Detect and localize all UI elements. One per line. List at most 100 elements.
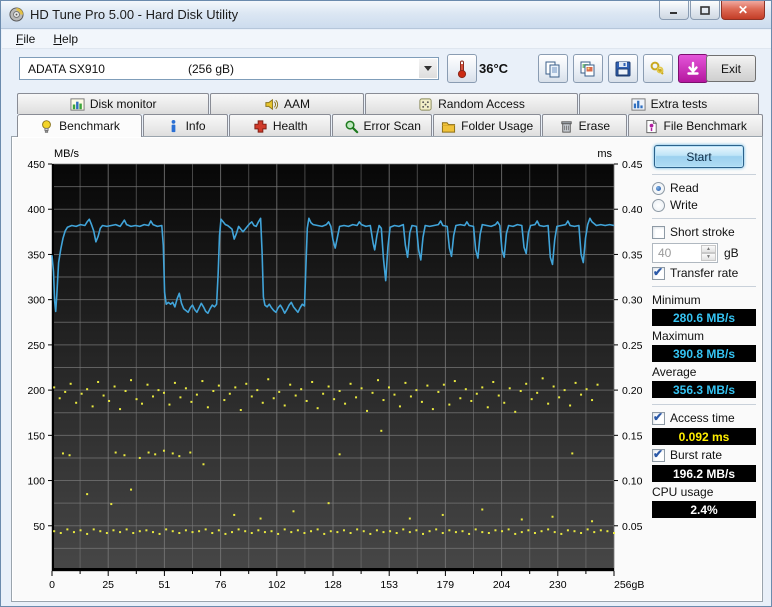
read-option[interactable]: Read: [652, 181, 756, 195]
tab-label: Error Scan: [363, 119, 421, 133]
tab-random-access[interactable]: Random Access: [364, 93, 579, 114]
svg-text:200: 200: [27, 385, 45, 397]
access-time-value: 0.092 ms: [652, 428, 756, 445]
tab-label: Random Access: [438, 97, 525, 111]
spin-down-icon[interactable]: ▼: [701, 253, 716, 261]
menu-file[interactable]: File: [8, 31, 43, 47]
minimum-value: 280.6 MB/s: [652, 309, 756, 326]
tab-extra-tests[interactable]: Extra tests: [579, 93, 759, 114]
exit-button[interactable]: Exit: [706, 55, 756, 82]
spinner-arrows[interactable]: ▲ ▼: [701, 245, 716, 261]
short-stroke-checkbox[interactable]: [652, 225, 665, 239]
short-stroke-option[interactable]: Short stroke: [652, 225, 756, 239]
close-button[interactable]: ✕: [721, 1, 765, 20]
svg-text:204: 204: [493, 579, 511, 591]
minimum-label: Minimum: [652, 293, 701, 307]
titlebar: HD Tune Pro 5.00 - Hard Disk Utility ✕: [1, 1, 771, 29]
minimize-button[interactable]: [659, 1, 689, 20]
write-option[interactable]: Write: [652, 198, 756, 212]
svg-text:250: 250: [27, 340, 45, 352]
svg-text:400: 400: [27, 204, 45, 216]
info-icon: [171, 119, 175, 132]
download-arrow-icon: [687, 61, 699, 75]
temperature-button[interactable]: [447, 54, 477, 83]
file-benchmark-icon: [645, 119, 657, 133]
benchmark-page: 450 0.45 400 0.40 350 0.35 300 0.30 250 0.25 200 0.…: [11, 136, 763, 602]
svg-text:150: 150: [27, 430, 45, 442]
svg-text:50: 50: [33, 521, 45, 533]
toolbar: ADATA SX910 (256 gB) 36°C Exit: [1, 49, 771, 91]
start-label: Start: [686, 149, 712, 164]
access-time-option[interactable]: Access time: [652, 410, 756, 425]
tab-label: Folder Usage: [461, 119, 534, 133]
trash-icon: [561, 120, 572, 133]
svg-text:ms: ms: [597, 148, 612, 160]
svg-text:102: 102: [268, 579, 286, 591]
drive-selector[interactable]: ADATA SX910 (256 gB): [19, 57, 439, 80]
dropdown-arrow[interactable]: [419, 59, 437, 78]
tab-row-secondary: Disk monitor AAM Random Access Extra tes…: [17, 93, 759, 114]
tab-aam[interactable]: AAM: [210, 93, 364, 114]
tab-file-benchmark[interactable]: File Benchmark: [627, 114, 763, 137]
tab-label: Info: [185, 119, 206, 133]
benchmark-bulb-icon: [42, 119, 52, 133]
read-label: Read: [670, 181, 699, 195]
tab-benchmark[interactable]: Benchmark: [17, 114, 143, 137]
tab-label: Extra tests: [650, 97, 708, 111]
short-stroke-label: Short stroke: [670, 225, 735, 239]
extra-tests-icon: [631, 97, 646, 111]
tab-folder-usage[interactable]: Folder Usage: [433, 114, 542, 137]
chevron-down-icon: [424, 66, 432, 71]
start-button[interactable]: Start: [654, 145, 744, 168]
tab-error-scan[interactable]: Error Scan: [332, 114, 433, 137]
separator: [652, 286, 756, 287]
tab-health[interactable]: Health: [229, 114, 332, 137]
read-radio[interactable]: [652, 181, 665, 195]
svg-text:153: 153: [380, 579, 398, 591]
svg-text:76: 76: [215, 579, 227, 591]
short-stroke-size-input[interactable]: 40 ▲ ▼: [652, 243, 718, 263]
disk-monitor-icon: [70, 97, 85, 111]
download-update-button[interactable]: [678, 54, 708, 83]
app-window: HD Tune Pro 5.00 - Hard Disk Utility ✕ F…: [0, 0, 772, 607]
svg-text:0.10: 0.10: [622, 476, 643, 488]
app-icon: [9, 7, 24, 22]
drive-name: ADATA SX910: [28, 61, 105, 76]
menu-help[interactable]: Help: [45, 31, 86, 47]
speaker-icon: [265, 98, 278, 110]
options-button[interactable]: [643, 54, 673, 83]
burst-rate-checkbox[interactable]: [652, 447, 665, 462]
transfer-rate-label: Transfer rate: [670, 266, 739, 280]
write-radio[interactable]: [652, 198, 665, 212]
copy-image-icon: [580, 61, 595, 76]
tab-info[interactable]: Info: [143, 114, 229, 137]
transfer-rate-option[interactable]: Transfer rate: [652, 265, 756, 280]
spin-up-icon[interactable]: ▲: [701, 245, 716, 253]
svg-text:0.25: 0.25: [622, 340, 643, 352]
separator: [652, 404, 756, 405]
maximize-button[interactable]: [690, 1, 720, 20]
save-icon: [615, 61, 631, 76]
access-time-checkbox[interactable]: [652, 410, 665, 425]
keys-icon: [650, 61, 664, 75]
tab-erase[interactable]: Erase: [542, 114, 627, 137]
burst-rate-option[interactable]: Burst rate: [652, 447, 756, 462]
cpu-usage-value: 2.4%: [652, 501, 756, 518]
tab-label: File Benchmark: [663, 119, 747, 133]
magnifier-icon: [345, 120, 358, 133]
transfer-rate-checkbox[interactable]: [652, 265, 665, 280]
copy-image-button[interactable]: [573, 54, 603, 83]
maximum-label: Maximum: [652, 329, 705, 343]
copy-text-button[interactable]: [538, 54, 568, 83]
tab-disk-monitor[interactable]: Disk monitor: [17, 93, 210, 114]
svg-text:0.40: 0.40: [622, 204, 643, 216]
svg-text:25: 25: [102, 579, 114, 591]
save-button[interactable]: [608, 54, 638, 83]
svg-text:300: 300: [27, 295, 45, 307]
svg-text:0.15: 0.15: [622, 430, 643, 442]
drive-capacity: (256 gB): [188, 61, 235, 76]
svg-text:230: 230: [549, 579, 567, 591]
cpu-usage-label: CPU usage: [652, 485, 714, 499]
svg-text:51: 51: [159, 579, 171, 591]
window-title: HD Tune Pro 5.00 - Hard Disk Utility: [30, 7, 239, 22]
